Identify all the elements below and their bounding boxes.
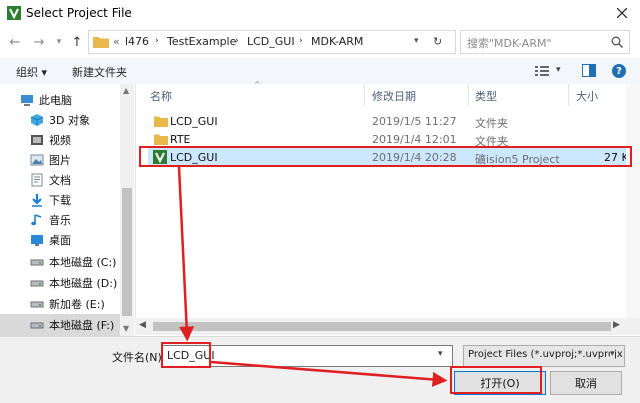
annotation-arrow-down <box>177 166 195 342</box>
annotation-arrow-right <box>210 360 448 387</box>
annotation-arrows <box>177 166 448 387</box>
